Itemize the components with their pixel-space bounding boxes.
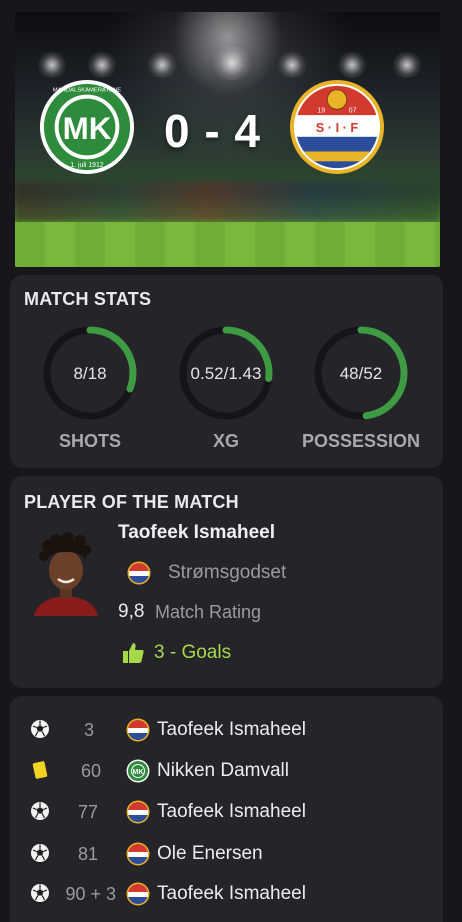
potm-team-name: Strømsgodset xyxy=(168,562,287,583)
potm-player-name[interactable]: Taofeek Ismaheel xyxy=(118,522,275,544)
stromsgodset-crest-icon xyxy=(126,882,150,906)
potm-rating-value: 9,8 xyxy=(118,601,145,622)
xg-value: 0.52/1.43 xyxy=(190,364,262,383)
potm-rating-label: Match Rating xyxy=(155,602,262,622)
stadium-stand xyxy=(15,182,440,222)
home-team-crest[interactable]: MK 1. juli 1912 MANDALSKAMERATENE xyxy=(38,78,136,176)
svg-text:07: 07 xyxy=(349,107,357,114)
event-minute: 77 xyxy=(77,802,98,822)
match-score: 0 - 4 xyxy=(163,105,262,157)
event-minute: 3 xyxy=(83,720,94,740)
event-player[interactable]: Ole Enersen xyxy=(157,843,263,865)
event-minute: 81 xyxy=(77,844,98,864)
svg-text:MANDALSKAMERATENE: MANDALSKAMERATENE xyxy=(53,88,122,94)
mandalskameratene-crest-icon: MK xyxy=(126,759,150,783)
home-crest-caption: 1. juli 1912 xyxy=(70,162,103,169)
svg-text:MK: MK xyxy=(133,769,144,776)
event-minute: 60 xyxy=(80,761,101,781)
svg-text:MK: MK xyxy=(63,111,112,146)
event-player[interactable]: Taofeek Ismaheel xyxy=(157,719,306,741)
shots-value: 8/18 xyxy=(73,364,107,383)
stromsgodset-crest-icon xyxy=(127,561,151,585)
possession-label: POSSESSION xyxy=(301,431,421,451)
event-player[interactable]: Nikken Damvall xyxy=(157,760,289,782)
player-photo[interactable] xyxy=(26,532,106,616)
stromsgodset-crest-icon xyxy=(126,842,150,866)
event-player[interactable]: Taofeek Ismaheel xyxy=(157,801,306,823)
event-player[interactable]: Taofeek Ismaheel xyxy=(157,883,306,905)
possession-value: 48/52 xyxy=(339,364,383,383)
potm-title: PLAYER OF THE MATCH xyxy=(24,492,239,512)
svg-text:19: 19 xyxy=(317,107,325,114)
match-stats-title: MATCH STATS xyxy=(24,289,152,309)
pitch-grass xyxy=(15,222,440,267)
svg-text:S · I · F: S · I · F xyxy=(316,120,359,135)
event-minute: 90 + 3 xyxy=(65,884,116,904)
away-team-crest[interactable]: S · I · F 19 07 xyxy=(288,78,386,176)
thumbs-up-icon xyxy=(123,643,144,663)
potm-goals: 3 - Goals xyxy=(154,642,232,663)
stromsgodset-crest-icon xyxy=(126,800,150,824)
stromsgodset-crest-icon xyxy=(126,718,150,742)
